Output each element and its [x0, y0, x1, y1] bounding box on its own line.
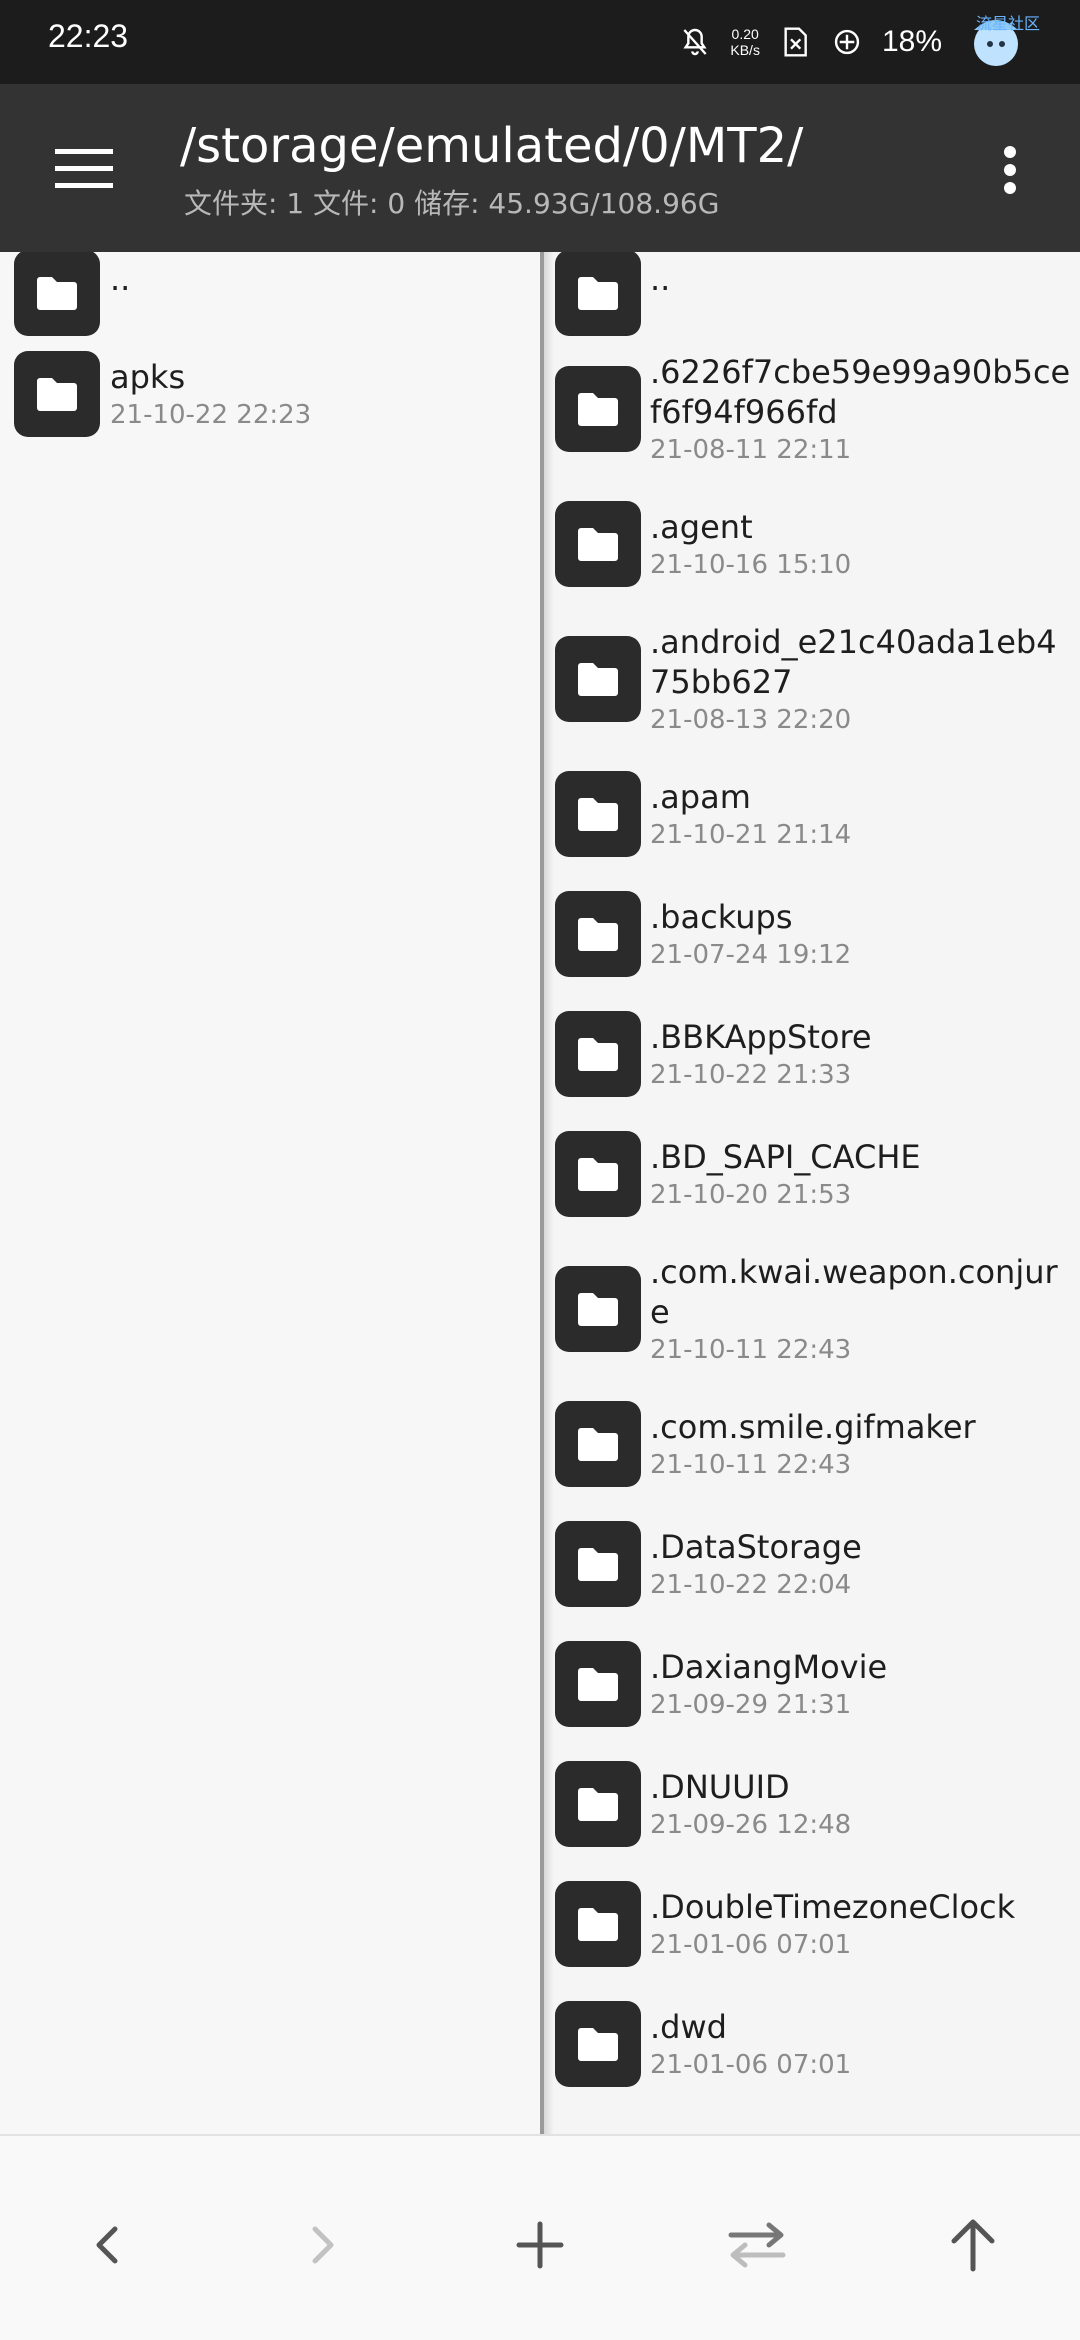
folder-icon — [555, 501, 641, 587]
folder-summary: 文件夹: 1 文件: 0 储存: 45.93G/108.96G — [184, 187, 720, 220]
network-speed-unit: KB/s — [730, 42, 760, 58]
hamburger-icon — [55, 149, 113, 188]
avatar-sticker-icon: 流星社区 — [960, 10, 1040, 74]
folder-date: 21-09-26 12:48 — [650, 1810, 852, 1840]
folder-date: 21-07-24 19:12 — [650, 940, 852, 970]
menu-button[interactable] — [44, 134, 124, 204]
folder-name: .BBKAppStore — [650, 1018, 872, 1056]
folder-row[interactable]: .DaxiangMovie 21-09-29 21:31 — [544, 1624, 1080, 1744]
folder-date: 21-10-16 15:10 — [650, 550, 852, 580]
folder-row[interactable]: .DataStorage 21-10-22 22:04 — [544, 1504, 1080, 1624]
folder-row[interactable]: .com.kwai.weapon.conjure 21-10-11 22:43 — [544, 1234, 1080, 1384]
folder-icon — [555, 1521, 641, 1607]
folder-row[interactable]: apks 21-10-22 22:23 — [0, 334, 540, 454]
folder-name: .android_e21c40ada1eb475bb627 — [650, 623, 1057, 701]
swap-icon — [728, 2222, 786, 2268]
right-file-panel[interactable]: .. .6226f7cbe59e99a90b5cef6f94f966fd 21-08… — [544, 252, 1080, 2134]
add-icon — [516, 2221, 564, 2269]
folder-row[interactable]: .BD_SAPI_CACHE 21-10-20 21:53 — [544, 1114, 1080, 1234]
folder-icon — [555, 771, 641, 857]
app-notification-icon — [830, 25, 864, 59]
folder-date: 21-08-11 22:11 — [650, 435, 852, 465]
watermark-text: 流星社区 — [975, 14, 1040, 33]
back-icon — [96, 2226, 118, 2264]
folder-name: .. — [650, 260, 671, 298]
status-icons: 0.20 KB/s 18% 流星社区 — [678, 10, 1040, 74]
folder-name: .DaxiangMovie — [650, 1648, 888, 1686]
up-directory-button[interactable] — [928, 2200, 1018, 2290]
folder-row[interactable]: .backups 21-07-24 19:12 — [544, 874, 1080, 994]
network-speed-value: 0.20 — [731, 26, 759, 42]
folder-date: 21-10-22 22:04 — [650, 1570, 852, 1600]
status-time: 22:23 — [48, 18, 129, 54]
network-speed: 0.20 KB/s — [730, 26, 760, 58]
folder-icon — [555, 636, 641, 722]
folder-name: .DNUUID — [650, 1768, 790, 1806]
folder-row[interactable]: .dwd 21-01-06 07:01 — [544, 1984, 1080, 2104]
more-options-button[interactable] — [986, 138, 1034, 202]
folder-icon — [555, 1761, 641, 1847]
folder-icon — [14, 351, 100, 437]
parent-directory-row[interactable]: .. — [544, 252, 1080, 336]
more-vert-icon — [1004, 146, 1016, 194]
folder-row[interactable]: .android_e21c40ada1eb475bb627 21-08-13 22… — [544, 604, 1080, 754]
left-file-panel[interactable]: .. apks 21-10-22 22:23 — [0, 252, 540, 2134]
up-icon — [951, 2219, 995, 2272]
bottom-toolbar — [0, 2134, 1080, 2340]
folder-date: 21-10-11 22:43 — [650, 1450, 852, 1480]
folder-icon — [555, 252, 641, 336]
folder-icon — [555, 1266, 641, 1352]
folder-date: 21-01-06 07:01 — [650, 1930, 852, 1960]
folder-name: .com.smile.gifmaker — [650, 1408, 976, 1446]
folder-row[interactable]: .DoubleTimezoneClock 21-01-06 07:01 — [544, 1864, 1080, 1984]
folder-icon — [555, 891, 641, 977]
folder-icon — [555, 1641, 641, 1727]
folder-name: .BD_SAPI_CACHE — [650, 1138, 921, 1176]
folder-date: 21-10-21 21:14 — [650, 820, 852, 850]
folder-date: 21-10-20 21:53 — [650, 1180, 852, 1210]
folder-name: .backups — [650, 898, 793, 936]
folder-name: .6226f7cbe59e99a90b5cef6f94f966fd — [650, 353, 1071, 431]
current-path[interactable]: /storage/emulated/0/MT2/ — [180, 118, 803, 174]
folder-row[interactable]: .6226f7cbe59e99a90b5cef6f94f966fd 21-08-1… — [544, 334, 1080, 484]
add-button[interactable] — [495, 2200, 585, 2290]
folder-name: .agent — [650, 508, 753, 546]
no-sim-icon — [778, 25, 812, 59]
folder-name: .dwd — [650, 2008, 727, 2046]
forward-button[interactable] — [278, 2200, 368, 2290]
folder-row[interactable]: .agent 21-10-16 15:10 — [544, 484, 1080, 604]
folder-icon — [555, 1011, 641, 1097]
folder-icon — [14, 252, 100, 336]
app-bar: /storage/emulated/0/MT2/ 文件夹: 1 文件: 0 储存… — [0, 84, 1080, 252]
folder-date: 21-01-06 07:01 — [650, 2050, 852, 2080]
folder-icon — [555, 1881, 641, 1967]
swap-panels-button[interactable] — [712, 2200, 802, 2290]
folder-icon — [555, 1131, 641, 1217]
folder-date: 21-10-22 22:23 — [110, 400, 312, 430]
status-bar: 22:23 0.20 KB/s 18% 流星社区 — [0, 0, 1080, 84]
folder-date: 21-09-29 21:31 — [650, 1690, 852, 1720]
folder-name: .. — [110, 260, 131, 298]
folder-name: .apam — [650, 778, 751, 816]
parent-directory-row[interactable]: .. — [0, 252, 540, 336]
folder-row[interactable]: .com.smile.gifmaker 21-10-11 22:43 — [544, 1384, 1080, 1504]
folder-icon — [555, 2001, 641, 2087]
folder-date: 21-10-22 21:33 — [650, 1060, 852, 1090]
back-button[interactable] — [62, 2200, 152, 2290]
folder-name: apks — [110, 358, 186, 396]
folder-row[interactable]: .apam 21-10-21 21:14 — [544, 754, 1080, 874]
notifications-off-icon — [678, 25, 712, 59]
folder-date: 21-10-11 22:43 — [650, 1335, 852, 1365]
folder-name: .DataStorage — [650, 1528, 862, 1566]
battery-level: 18% — [881, 25, 942, 58]
folder-icon — [555, 366, 641, 452]
folder-name: .DoubleTimezoneClock — [650, 1888, 1016, 1926]
folder-icon — [555, 1401, 641, 1487]
forward-icon — [312, 2226, 334, 2264]
folder-row[interactable]: .DNUUID 21-09-26 12:48 — [544, 1744, 1080, 1864]
folder-row[interactable]: .BBKAppStore 21-10-22 21:33 — [544, 994, 1080, 1114]
folder-name: .com.kwai.weapon.conjure — [650, 1253, 1058, 1331]
folder-date: 21-08-13 22:20 — [650, 705, 852, 735]
